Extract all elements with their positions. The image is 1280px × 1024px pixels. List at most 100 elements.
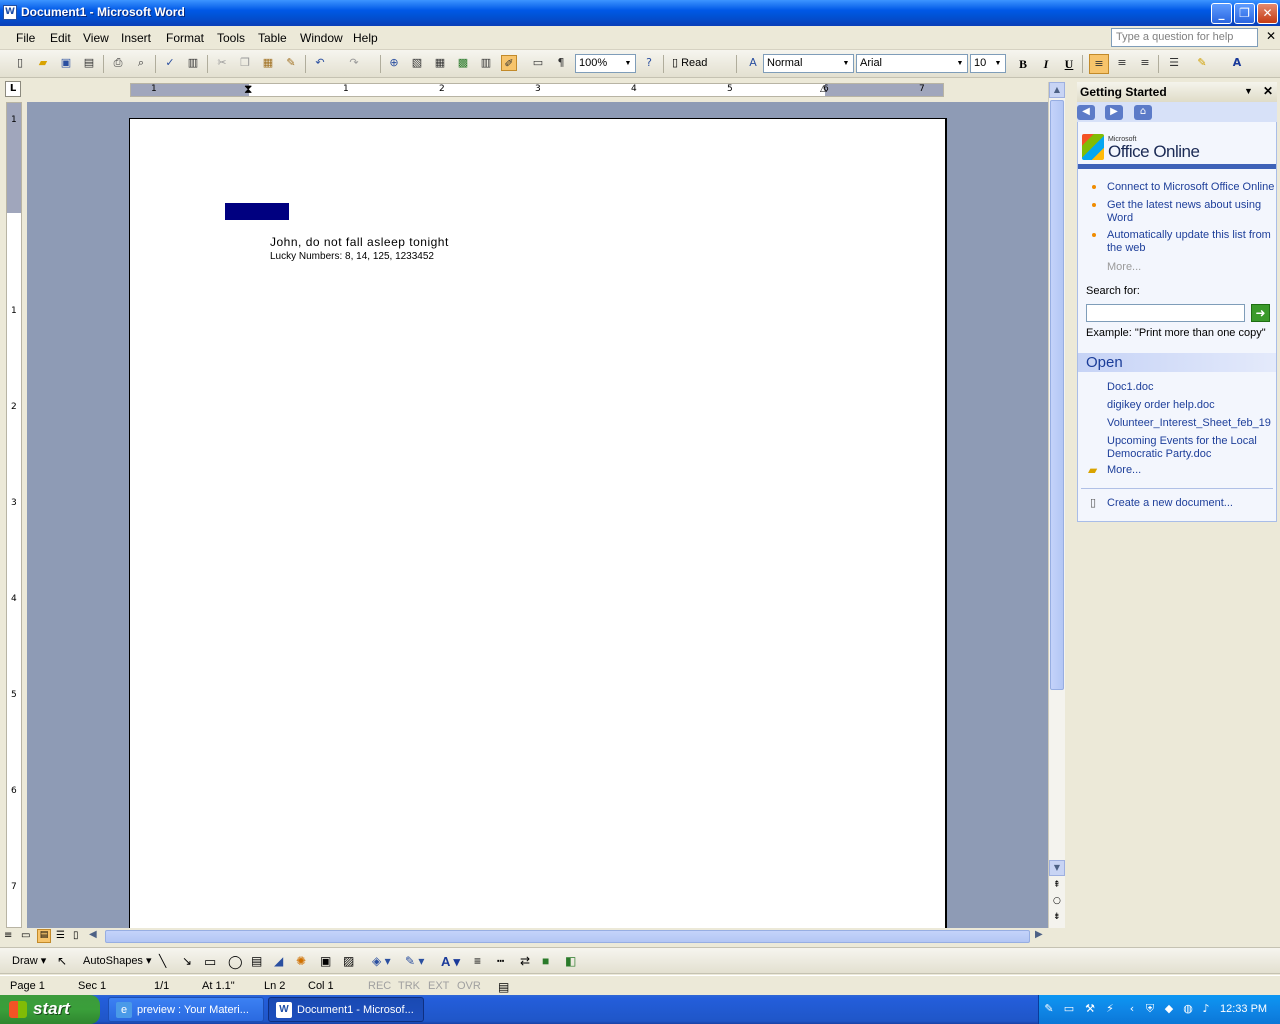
tables-borders-icon[interactable]: ▧: [409, 55, 425, 71]
document-text-line[interactable]: John, do not fall asleep tonight: [270, 235, 449, 249]
document-page[interactable]: [129, 118, 947, 930]
open-folder-icon[interactable]: ▰: [35, 55, 51, 71]
close-button[interactable]: ✕: [1257, 3, 1278, 24]
drawing-icon[interactable]: ✐: [501, 55, 517, 71]
wordart-icon[interactable]: ◢: [274, 954, 283, 968]
bold-button[interactable]: B: [1013, 54, 1033, 74]
back-icon[interactable]: ◀: [1077, 105, 1095, 120]
normal-view-icon[interactable]: ≡: [4, 930, 12, 941]
print-preview-icon[interactable]: ⌕: [133, 55, 149, 71]
align-left-icon[interactable]: ≡: [1089, 54, 1109, 74]
scroll-up-icon[interactable]: ▲: [1049, 82, 1065, 98]
menu-window[interactable]: Window: [300, 31, 343, 45]
columns-icon[interactable]: ▥: [478, 55, 494, 71]
open-file-link[interactable]: Volunteer_Interest_Sheet_feb_19: [1107, 417, 1275, 430]
hyperlink-icon[interactable]: ⊕: [386, 55, 402, 71]
search-input[interactable]: [1086, 304, 1245, 322]
chevron-down-icon[interactable]: ▼: [622, 56, 634, 71]
status-ovr[interactable]: OVR: [457, 980, 481, 992]
read-button[interactable]: ▯ Read: [672, 56, 707, 69]
line-style-icon[interactable]: ≡: [474, 954, 481, 968]
restore-button[interactable]: ❐: [1234, 3, 1255, 24]
scroll-right-icon[interactable]: ▶: [1035, 929, 1043, 940]
font-color-icon[interactable]: A ▾: [441, 954, 460, 970]
forward-icon[interactable]: ▶: [1105, 105, 1123, 120]
status-trk[interactable]: TRK: [398, 980, 420, 992]
horizontal-ruler[interactable]: 1 1 2 3 4 5 6 7 ⧗ △: [130, 82, 944, 97]
show-hide-icon[interactable]: ¶: [553, 55, 569, 71]
horizontal-scroll-thumb[interactable]: [105, 930, 1030, 943]
styles-formatting-icon[interactable]: A: [745, 55, 761, 71]
zoom-combo[interactable]: 100% ▼: [575, 54, 636, 73]
tray-globe-icon[interactable]: ◍: [1181, 1002, 1195, 1016]
3d-style-icon[interactable]: ◧: [565, 954, 576, 968]
reading-layout-icon[interactable]: ▯: [73, 930, 79, 941]
permission-icon[interactable]: ▤: [81, 55, 97, 71]
menu-insert[interactable]: Insert: [121, 31, 151, 45]
paste-icon[interactable]: ▦: [260, 55, 276, 71]
spelling-icon[interactable]: ✓: [162, 55, 178, 71]
status-rec[interactable]: REC: [368, 980, 391, 992]
font-size-combo[interactable]: 10 ▼: [970, 54, 1006, 73]
tray-app-icon[interactable]: ◆: [1162, 1002, 1176, 1016]
print-layout-icon[interactable]: ▤: [37, 929, 51, 943]
research-icon[interactable]: ▥: [185, 55, 201, 71]
chevron-down-icon[interactable]: ▼: [840, 56, 852, 71]
line-icon[interactable]: ╲: [159, 954, 166, 968]
fill-color-icon[interactable]: ◈ ▾: [372, 954, 391, 968]
new-document-icon[interactable]: ▯: [12, 55, 28, 71]
document-text-line[interactable]: Lucky Numbers: 8, 14, 125, 1233452: [270, 251, 434, 262]
scroll-left-icon[interactable]: ◀: [89, 929, 97, 940]
menu-edit[interactable]: Edit: [50, 31, 71, 45]
highlight-icon[interactable]: ✎: [1194, 55, 1210, 71]
tray-shield-icon[interactable]: ⛨: [1143, 1002, 1157, 1016]
italic-button[interactable]: I: [1036, 54, 1056, 74]
rectangle-icon[interactable]: ▭: [204, 954, 216, 970]
web-layout-icon[interactable]: ▭: [21, 930, 30, 941]
taskbar-button-word[interactable]: W Document1 - Microsof...: [268, 997, 424, 1022]
oval-icon[interactable]: ◯: [228, 954, 243, 970]
save-icon[interactable]: ▣: [58, 55, 74, 71]
menu-file[interactable]: File: [16, 31, 35, 45]
format-painter-icon[interactable]: ✎: [283, 55, 299, 71]
copy-icon[interactable]: ❐: [237, 55, 253, 71]
word-app-icon[interactable]: W: [3, 5, 17, 20]
menu-table[interactable]: Table: [258, 31, 287, 45]
style-combo[interactable]: Normal ▼: [763, 54, 854, 73]
font-combo[interactable]: Arial ▼: [856, 54, 968, 73]
search-go-arrow-icon[interactable]: ➜: [1251, 304, 1270, 322]
line-color-icon[interactable]: ✎ ▾: [405, 954, 424, 968]
menu-view[interactable]: View: [83, 31, 109, 45]
chevron-down-icon[interactable]: ▼: [992, 56, 1004, 71]
next-page-icon[interactable]: ⇟: [1053, 912, 1061, 922]
cut-icon[interactable]: ✂: [214, 55, 230, 71]
status-ext[interactable]: EXT: [428, 980, 449, 992]
arrow-style-icon[interactable]: ⇄: [520, 954, 530, 968]
latest-news-link[interactable]: Get the latest news about using Word: [1107, 199, 1277, 225]
menu-tools[interactable]: Tools: [217, 31, 245, 45]
draw-menu-button[interactable]: Draw ▾: [12, 954, 46, 967]
start-button[interactable]: start: [0, 995, 100, 1024]
arrow-icon[interactable]: ↘: [182, 954, 192, 968]
outline-view-icon[interactable]: ☰: [56, 930, 65, 941]
diagram-icon[interactable]: ✺: [296, 954, 306, 968]
align-center-icon[interactable]: ≡: [1114, 55, 1130, 71]
dash-style-icon[interactable]: ┅: [497, 954, 504, 968]
taskbar-button-preview[interactable]: e preview : Your Materi...: [108, 997, 264, 1022]
font-color-icon[interactable]: A: [1229, 55, 1245, 71]
insert-table-icon[interactable]: ▦: [432, 55, 448, 71]
undo-icon[interactable]: ↶: [312, 55, 328, 71]
tray-network-icon[interactable]: ⚡: [1103, 1002, 1117, 1016]
right-indent-marker-icon[interactable]: △: [820, 84, 827, 94]
home-icon[interactable]: ⌂: [1134, 105, 1152, 120]
minimize-button[interactable]: _: [1211, 3, 1232, 24]
clip-art-icon[interactable]: ▣: [320, 954, 331, 968]
title-bar[interactable]: W Document1 - Microsoft Word _ ❐ ✕: [0, 0, 1280, 26]
tray-monitor-icon[interactable]: ▭: [1062, 1002, 1076, 1016]
connect-office-online-link[interactable]: Connect to Microsoft Office Online: [1107, 181, 1277, 194]
justify-icon[interactable]: ≡: [1137, 55, 1153, 71]
shadow-style-icon[interactable]: ■: [542, 954, 549, 968]
highlighted-text-block[interactable]: [225, 203, 289, 220]
print-icon[interactable]: ⎙: [110, 55, 126, 71]
text-box-icon[interactable]: ▤: [251, 954, 262, 968]
